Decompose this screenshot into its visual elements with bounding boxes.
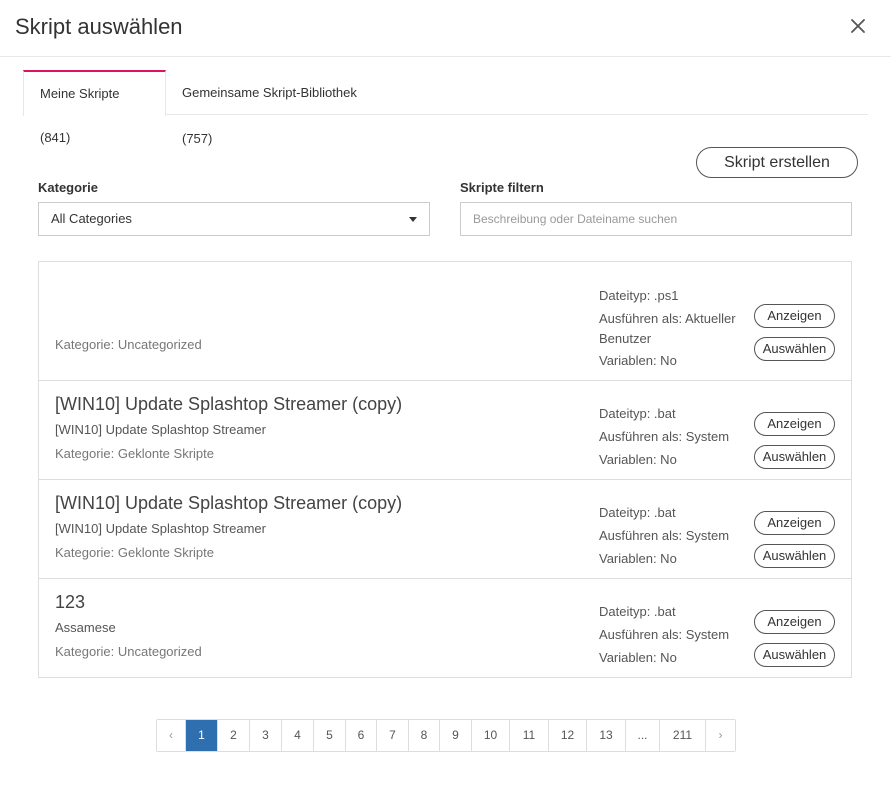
script-variables: Variablen: No (599, 353, 677, 368)
script-filetype: Dateityp: .bat (599, 406, 676, 421)
page-6[interactable]: 6 (346, 720, 377, 751)
category-label: Kategorie (38, 180, 98, 195)
script-description: [WIN10] Update Splashtop Streamer (55, 422, 266, 437)
page-4[interactable]: 4 (282, 720, 314, 751)
script-variables: Variablen: No (599, 452, 677, 467)
page-10[interactable]: 10 (472, 720, 510, 751)
page-13[interactable]: 13 (587, 720, 626, 751)
dialog-header: Skript auswählen (0, 0, 891, 57)
script-run-as: Ausführen als: System (599, 627, 730, 642)
create-script-button[interactable]: Skript erstellen (696, 147, 858, 178)
category-select-value: All Categories (51, 211, 132, 226)
script-filetype: Dateityp: .bat (599, 505, 676, 520)
script-run-as: Ausführen als: System (599, 528, 730, 543)
page-5[interactable]: 5 (314, 720, 346, 751)
view-button[interactable]: Anzeigen (754, 610, 835, 634)
script-category: Kategorie: Geklonte Skripte (55, 545, 214, 560)
script-meta: Dateityp: .bat Ausführen als: System Var… (599, 501, 749, 570)
list-item: [WIN10] Update Splashtop Streamer (copy)… (39, 480, 851, 579)
view-button[interactable]: Anzeigen (754, 511, 835, 535)
page-ellipsis: ... (626, 720, 660, 751)
list-item: Kategorie: Uncategorized Dateityp: .ps1 … (39, 262, 851, 381)
select-button[interactable]: Auswählen (754, 643, 835, 667)
select-button[interactable]: Auswählen (754, 544, 835, 568)
script-name: [WIN10] Update Splashtop Streamer (copy) (55, 493, 403, 513)
script-category: Kategorie: Geklonte Skripte (55, 446, 214, 461)
list-item: [WIN10] Update Splashtop Streamer (copy)… (39, 381, 851, 480)
close-icon[interactable] (846, 14, 870, 38)
script-description: Assamese (55, 620, 116, 635)
tab-bar: Meine Skripte (841) Gemeinsame Skript-Bi… (23, 70, 868, 146)
view-button[interactable]: Anzeigen (754, 412, 835, 436)
script-name: 123 (55, 592, 86, 612)
page-11[interactable]: 11 (510, 720, 549, 751)
page-1[interactable]: 1 (186, 720, 218, 751)
tab-shared-library[interactable]: Gemeinsame Skript-Bibliothek (757) (166, 70, 406, 146)
page-211[interactable]: 211 (660, 720, 706, 751)
page-3[interactable]: 3 (250, 720, 282, 751)
script-meta: Dateityp: .bat Ausführen als: System Var… (599, 600, 749, 669)
tab-my-scripts[interactable]: Meine Skripte (841) (23, 70, 166, 145)
page-9[interactable]: 9 (440, 720, 472, 751)
page-7[interactable]: 7 (377, 720, 409, 751)
next-page-button[interactable]: › (706, 720, 735, 751)
script-meta: Dateityp: .bat Ausführen als: System Var… (599, 402, 749, 471)
script-category: Kategorie: Uncategorized (55, 644, 202, 659)
prev-page-button[interactable]: ‹ (157, 720, 186, 751)
page-12[interactable]: 12 (549, 720, 587, 751)
script-variables: Variablen: No (599, 650, 677, 665)
page-8[interactable]: 8 (409, 720, 440, 751)
page-2[interactable]: 2 (218, 720, 250, 751)
filter-label: Skripte filtern (460, 180, 544, 195)
script-run-as: Ausführen als: Aktueller Benutzer (599, 311, 736, 346)
script-meta: Dateityp: .ps1 Ausführen als: Aktueller … (599, 284, 749, 372)
script-filetype: Dateityp: .bat (599, 604, 676, 619)
script-category: Kategorie: Uncategorized (55, 337, 202, 352)
select-button[interactable]: Auswählen (754, 337, 835, 361)
script-variables: Variablen: No (599, 551, 677, 566)
script-description: [WIN10] Update Splashtop Streamer (55, 521, 266, 536)
pagination: ‹ 1 2 3 4 5 6 7 8 9 10 11 12 13 ... 211 … (156, 719, 736, 752)
view-button[interactable]: Anzeigen (754, 304, 835, 328)
chevron-down-icon (409, 217, 417, 222)
script-list: Kategorie: Uncategorized Dateityp: .ps1 … (38, 261, 852, 678)
script-run-as: Ausführen als: System (599, 429, 730, 444)
list-item: 123 Assamese Kategorie: Uncategorized Da… (39, 579, 851, 677)
script-filetype: Dateityp: .ps1 (599, 288, 679, 303)
category-select[interactable]: All Categories (38, 202, 430, 236)
dialog-title: Skript auswählen (15, 14, 183, 39)
script-filter-input[interactable] (460, 202, 852, 236)
script-name: [WIN10] Update Splashtop Streamer (copy) (55, 394, 403, 414)
select-button[interactable]: Auswählen (754, 445, 835, 469)
